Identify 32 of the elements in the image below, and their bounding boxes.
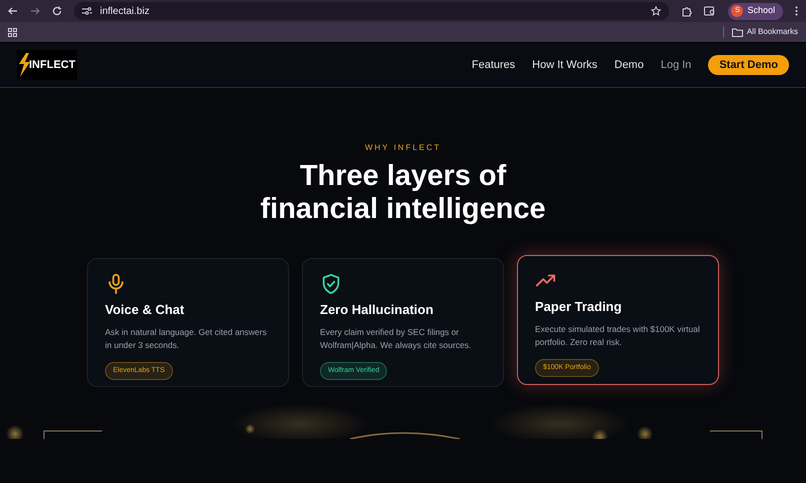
puzzle-icon[interactable]	[681, 6, 692, 16]
profile-name: School	[747, 4, 775, 18]
menu-icon[interactable]	[795, 6, 798, 16]
nav-link[interactable]: Features	[472, 56, 516, 74]
logo-text: INFLECT	[29, 58, 76, 73]
back-icon[interactable]	[8, 6, 18, 16]
site-settings-icon[interactable]	[82, 7, 92, 15]
section-heading: Three layers of	[300, 160, 506, 193]
shield-check-icon	[320, 273, 342, 295]
lightning-bolt-icon	[17, 52, 31, 78]
start-demo-button[interactable]: Start Demo	[708, 55, 789, 75]
section-heading: financial intelligence	[260, 193, 546, 226]
nav-link[interactable]: Demo	[614, 56, 644, 74]
card-title: Zero Hallucination	[320, 301, 434, 319]
apps-grid-icon[interactable]	[8, 28, 17, 36]
tab-search-icon[interactable]	[704, 6, 716, 16]
reload-icon[interactable]	[52, 6, 62, 16]
nav-link[interactable]: How It Works	[532, 56, 598, 74]
forward-icon[interactable]	[30, 6, 40, 16]
bookmarks-label[interactable]: All Bookmarks	[746, 26, 798, 38]
url-text: inflectai.biz	[100, 4, 150, 18]
card-title: Paper Trading	[535, 298, 623, 316]
card-description: Execute simulated trades with $100K virtual portfolio. Zero real risk.	[535, 322, 701, 348]
star-icon[interactable]	[651, 6, 662, 16]
section-eyebrow: WHY INFLECT	[364, 142, 442, 154]
login-link[interactable]: Log In	[660, 56, 692, 74]
card-description: Ask in natural language. Get cited answers in under 3 seconds.	[105, 326, 268, 352]
logo[interactable]: INFLECT	[17, 50, 77, 80]
address-bar[interactable]: inflectai.biz	[74, 2, 670, 20]
card-description: Every claim verified by SEC filings or Wolfram|Alpha. We always cite sources.	[320, 326, 472, 352]
folder-icon[interactable]	[732, 28, 743, 36]
card-title: Voice & Chat	[105, 301, 186, 319]
